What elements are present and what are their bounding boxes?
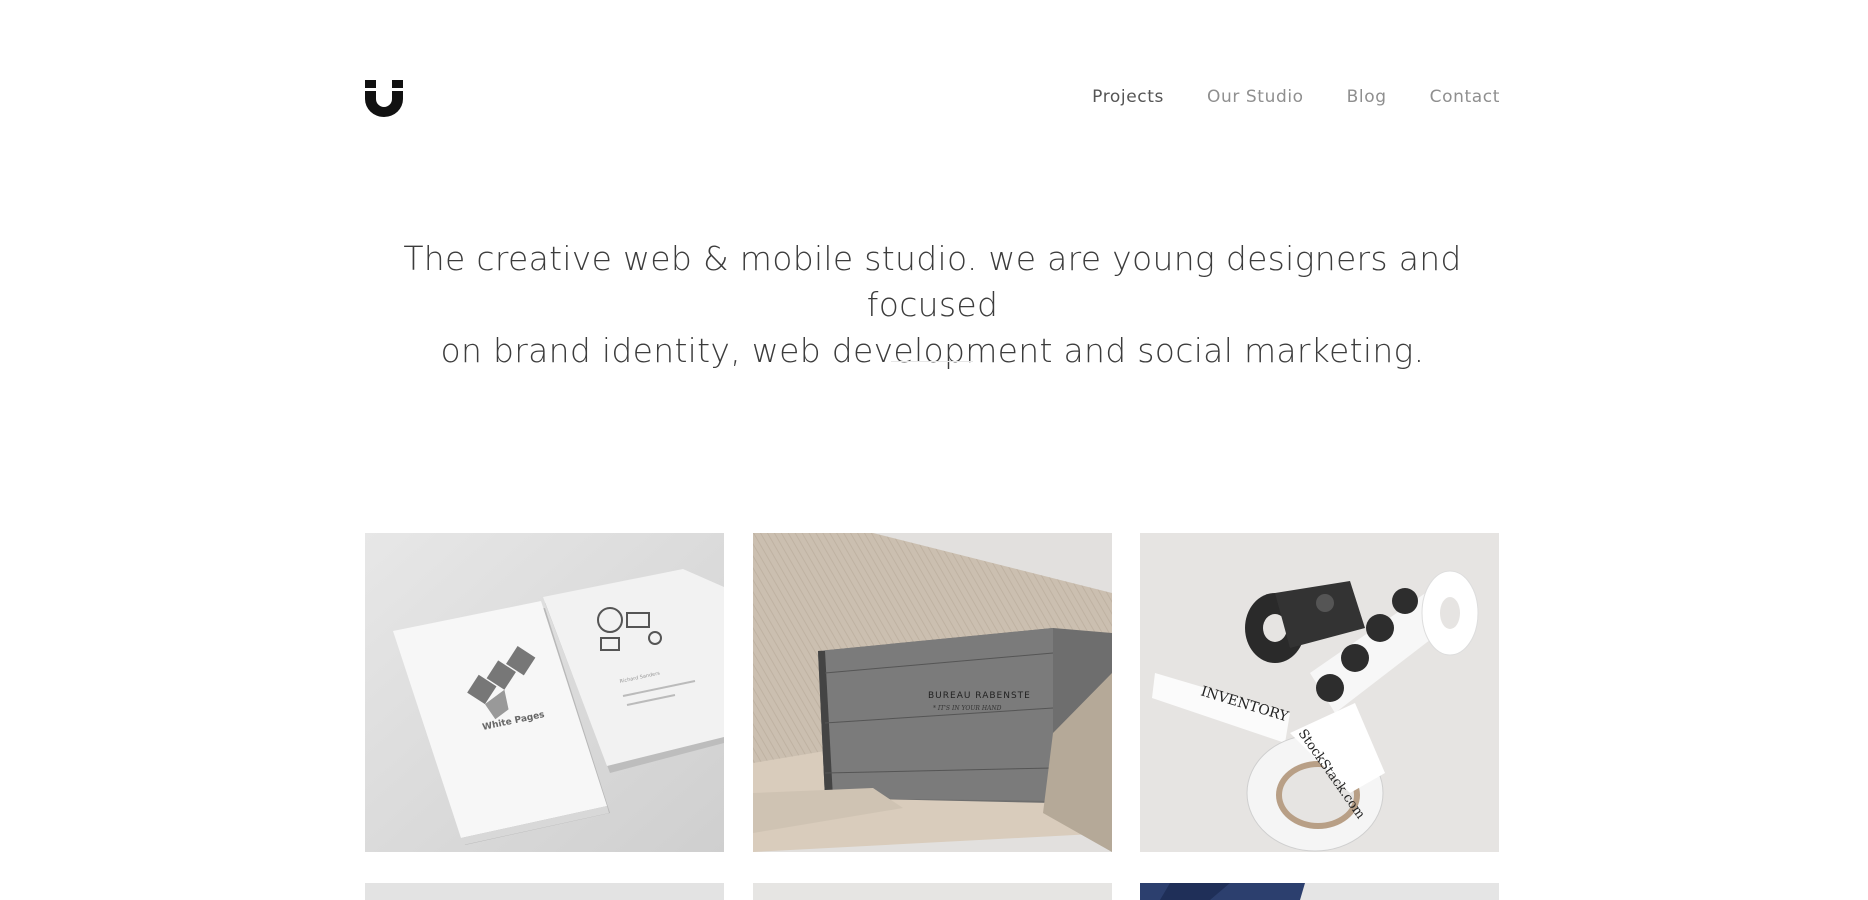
hero-line-2: on brand identity, web development and s… [440,331,1425,370]
nav-projects[interactable]: Projects [1092,86,1164,108]
project-thumbnail-4 [365,883,724,900]
hero-divider [891,361,973,362]
box-label: BUREAU RABENSTE [928,691,1031,701]
site-header: Projects Our Studio Blog Contact [365,80,1500,120]
project-thumbnail-6 [1140,883,1499,900]
project-tile-4[interactable] [365,883,724,900]
nav-blog[interactable]: Blog [1347,86,1387,108]
hero-tagline: The creative web & mobile studio. we are… [365,236,1500,374]
hero-section: The creative web & mobile studio. we are… [365,236,1500,374]
kraft-box-image: BUREAU RABENSTE * IT'S IN YOUR HAND [753,533,1112,852]
nav-contact[interactable]: Contact [1430,86,1500,108]
business-cards-image: White Pages Richard Sanders [365,533,724,852]
nav-our-studio[interactable]: Our Studio [1207,86,1304,108]
project-tile-5[interactable] [753,883,1112,900]
hero-line-1: The creative web & mobile studio. we are… [403,239,1462,324]
box-sublabel: * IT'S IN YOUR HAND [933,705,1002,712]
u-magnet-logo-icon[interactable] [365,80,403,117]
sticker-tape-image: INVENTORY StockStack.com [1140,533,1499,852]
project-tile-inventory-tape[interactable]: INVENTORY StockStack.com [1140,533,1499,852]
project-tile-6[interactable] [1140,883,1499,900]
project-tile-business-cards[interactable]: White Pages Richard Sanders [365,533,724,852]
project-tile-bureau-box[interactable]: BUREAU RABENSTE * IT'S IN YOUR HAND [753,533,1112,852]
main-nav: Projects Our Studio Blog Contact [1049,86,1500,108]
project-thumbnail-5 [753,883,1112,900]
page: Projects Our Studio Blog Contact The cre… [0,0,1868,900]
